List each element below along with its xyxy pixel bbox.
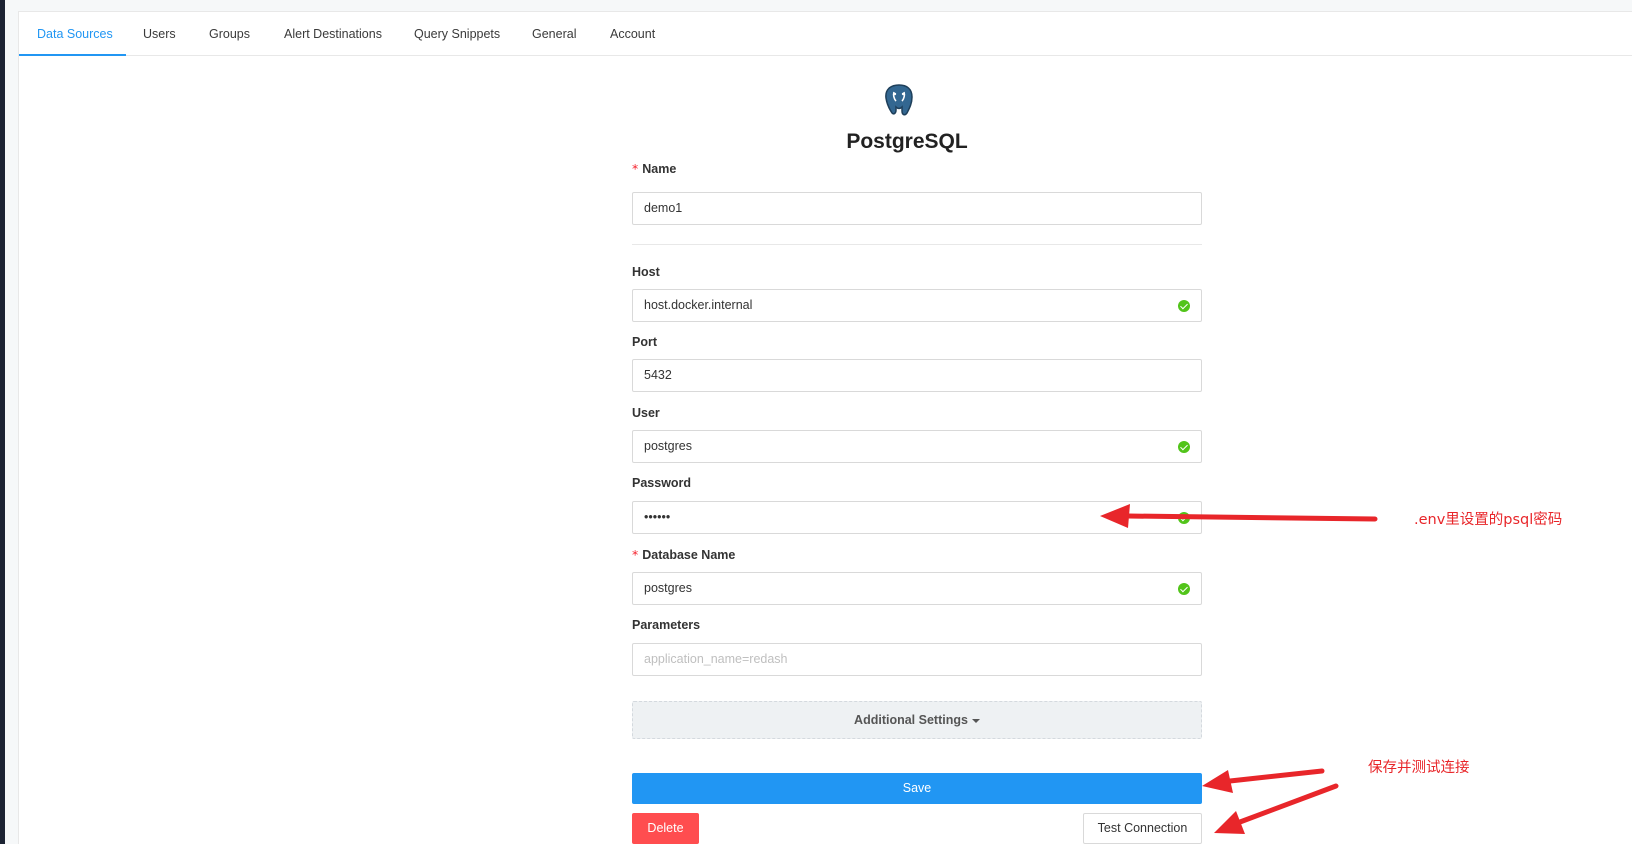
password-field[interactable]: •••••• [632, 501, 1202, 534]
tab-alert-destinations[interactable]: Alert Destinations [284, 12, 382, 56]
port-field[interactable]: 5432 [632, 359, 1202, 392]
password-annotation: .env里设置的psql密码 [1414, 512, 1563, 528]
database-name-label: * Database Name [632, 547, 736, 562]
tab-groups[interactable]: Groups [209, 12, 250, 56]
save-annotation: 保存并测试连接 [1368, 760, 1470, 776]
data-source-title: PostgreSQL [846, 130, 968, 153]
password-label: Password [632, 476, 692, 490]
port-label: Port [632, 335, 657, 349]
valid-check-icon [1178, 300, 1190, 312]
valid-check-icon [1178, 441, 1190, 453]
form-divider [632, 244, 1202, 245]
database-name-field[interactable]: postgres [632, 572, 1202, 605]
save-button[interactable]: Save [632, 773, 1202, 804]
delete-button[interactable]: Delete [632, 813, 699, 844]
name-label: * Name [632, 161, 677, 176]
required-marker: * [632, 161, 639, 176]
active-tab-indicator [19, 54, 126, 56]
tab-users[interactable]: Users [143, 12, 176, 56]
name-field[interactable]: demo1 [632, 192, 1202, 225]
tab-query-snippets[interactable]: Query Snippets [414, 12, 500, 56]
test-connection-button[interactable]: Test Connection [1083, 813, 1202, 844]
tab-general[interactable]: General [532, 12, 576, 56]
required-marker: * [632, 547, 639, 562]
user-label: User [632, 406, 660, 420]
parameters-label: Parameters [632, 618, 701, 632]
tab-account[interactable]: Account [610, 12, 655, 56]
tab-data-sources[interactable]: Data Sources [37, 12, 113, 56]
user-field[interactable]: postgres [632, 430, 1202, 463]
host-field[interactable]: host.docker.internal [632, 289, 1202, 322]
valid-check-icon [1178, 583, 1190, 595]
caret-down-icon [971, 718, 980, 723]
additional-settings-toggle[interactable]: Additional Settings [632, 701, 1202, 739]
window-left-edge [0, 0, 5, 844]
settings-tabs: Data Sources Users Groups Alert Destinat… [19, 12, 1632, 56]
host-label: Host [632, 265, 660, 279]
valid-check-icon [1178, 512, 1190, 524]
postgresql-elephant-icon [885, 84, 913, 116]
parameters-field[interactable]: application_name=redash [632, 643, 1202, 676]
